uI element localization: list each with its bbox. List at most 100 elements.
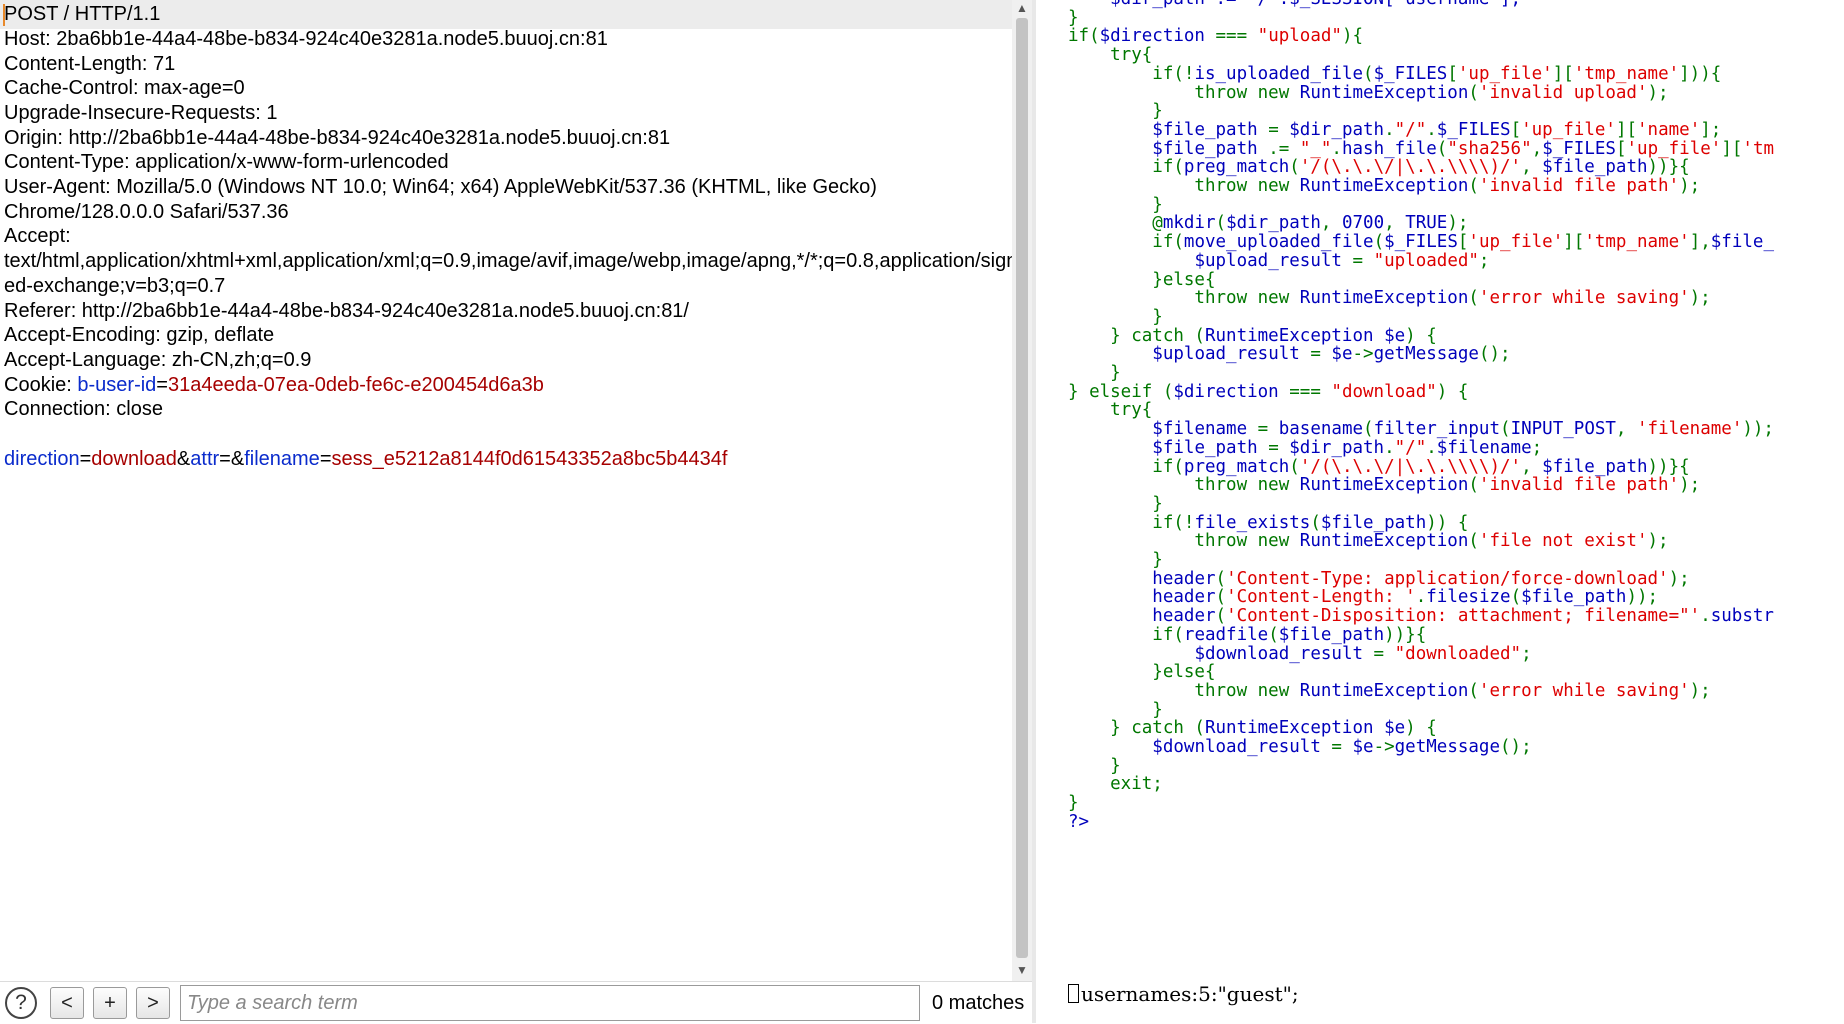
- cookie-value: 31a4eeda-07ea-0deb-fe6c-e200454d6a3b: [167, 374, 544, 396]
- code-token: $download_result: [1194, 643, 1364, 664]
- param-value-filename: sess_e5212a8144f0d61543352a8bc5b4434f: [331, 448, 728, 470]
- param-name-attr: attr: [190, 448, 220, 470]
- code-token: $dir_path .= "/".$_SESSION['username'];: [1068, 0, 1521, 9]
- code-token: ===: [1204, 26, 1258, 47]
- code-token: ?>: [1068, 811, 1090, 832]
- code-token: substr: [1710, 606, 1774, 627]
- param-eq: =: [219, 448, 231, 470]
- code-token: ) {: [1436, 381, 1469, 402]
- code-token: RuntimeException: [1299, 176, 1469, 196]
- search-bar: ? < + > 0 matches: [0, 981, 1032, 1023]
- code-token: ])){: [1679, 63, 1722, 84]
- code-token: );: [1668, 568, 1690, 589]
- code-token: ){: [1341, 26, 1364, 47]
- code-token: ,: [1615, 419, 1637, 440]
- code-line: throw new RuntimeException('invalid file…: [1068, 474, 1700, 496]
- code-token: ;: [1478, 250, 1490, 271]
- code-token: $upload_result: [1152, 344, 1300, 365]
- code-token: "download": [1331, 381, 1437, 402]
- code-token: 'error while saving': [1478, 680, 1690, 701]
- code-line: exit;: [1068, 773, 1163, 795]
- vertical-scrollbar[interactable]: ▲ ▼: [1012, 0, 1032, 981]
- missing-glyph-box: [1068, 984, 1079, 1003]
- code-token: "downloaded": [1394, 643, 1522, 664]
- help-icon[interactable]: ?: [5, 987, 37, 1019]
- code-token: 'tm: [1742, 138, 1775, 159]
- code-token: );: [1679, 176, 1701, 196]
- code-token: RuntimeException: [1299, 531, 1469, 552]
- code-token: RuntimeException: [1299, 288, 1469, 309]
- code-token: RuntimeException: [1299, 680, 1469, 701]
- code-token: (: [1468, 176, 1479, 196]
- code-line: $upload_result = $e->getMessage();: [1068, 343, 1511, 365]
- code-token: ();: [1500, 737, 1532, 757]
- code-token: "upload": [1257, 26, 1342, 47]
- code-token: 'filename': [1637, 419, 1743, 440]
- param-eq: =: [79, 448, 92, 470]
- code-token: $e: [1352, 737, 1374, 757]
- scroll-up-arrow-icon[interactable]: ▲: [1012, 0, 1032, 16]
- code-token: getMessage: [1373, 344, 1479, 365]
- response-source-code: $dir_path .= "/".$_SESSION['username'];}…: [1036, 0, 1844, 1023]
- code-token: (: [1468, 82, 1479, 103]
- code-line: $download_result = $e->getMessage();: [1068, 736, 1532, 758]
- code-token: ;: [1521, 643, 1532, 664]
- code-token: ],: [1689, 232, 1711, 253]
- header-connection: Connection: close: [4, 398, 163, 420]
- param-amp: &: [176, 448, 191, 470]
- code-token: RuntimeException: [1299, 82, 1469, 103]
- code-line: throw new RuntimeException('error while …: [1068, 287, 1711, 309]
- code-token: (: [1468, 531, 1479, 552]
- code-token: );: [1647, 82, 1669, 103]
- previous-match-button[interactable]: <: [50, 987, 84, 1019]
- param-eq: =: [319, 448, 332, 470]
- code-token: );: [1647, 531, 1669, 552]
- code-token: $download_result: [1152, 737, 1321, 757]
- code-token: 'error while saving': [1478, 288, 1690, 309]
- match-count: 0 matches: [932, 992, 1025, 1014]
- request-body: direction=download&attr=&filename=sess_e…: [4, 445, 727, 474]
- code-token: ();: [1478, 344, 1511, 365]
- code-token: 'invalid upload': [1478, 82, 1648, 103]
- scrollbar-thumb[interactable]: [1016, 18, 1028, 958]
- code-line: throw new RuntimeException('error while …: [1068, 680, 1710, 702]
- request-editor[interactable]: POST / HTTP/1.1 Host: 2ba6bb1e-44a4-48be…: [0, 0, 1012, 975]
- code-token: 'file not exist': [1478, 531, 1648, 552]
- cookie-name: b-user-id: [77, 374, 157, 396]
- response-tail-text: usernames:5:"guest";: [1068, 982, 1299, 1006]
- code-token: =: [1363, 643, 1395, 664]
- param-amp: &: [230, 448, 245, 470]
- search-input[interactable]: [180, 985, 920, 1021]
- code-token: ));: [1742, 419, 1774, 440]
- code-token: 'invalid file path': [1478, 475, 1680, 496]
- code-token: ===: [1278, 381, 1332, 402]
- param-name-filename: filename: [244, 448, 320, 470]
- code-token: =: [1320, 737, 1353, 757]
- code-token: 'tmp_name': [1584, 232, 1690, 253]
- code-line: $dir_path .= "/".$_SESSION['username'];: [1068, 0, 1521, 10]
- cookie-label: Cookie:: [4, 374, 78, 396]
- code-token: $direction: [1173, 381, 1279, 402]
- code-token: (: [1468, 475, 1479, 496]
- code-line: ?>: [1068, 811, 1089, 833]
- code-token: (: [1468, 680, 1479, 701]
- code-token: ->: [1352, 344, 1374, 365]
- code-token: ][: [1563, 232, 1585, 253]
- code-token: $upload_result: [1194, 250, 1342, 271]
- code-token: );: [1689, 288, 1711, 309]
- code-token: $file_: [1710, 232, 1774, 253]
- scroll-down-arrow-icon[interactable]: ▼: [1012, 962, 1032, 978]
- add-search-button[interactable]: +: [93, 987, 127, 1019]
- code-token: RuntimeException: [1299, 475, 1469, 496]
- request-editor-pane: POST / HTTP/1.1 Host: 2ba6bb1e-44a4-48be…: [0, 0, 1032, 1023]
- param-value-direction: download: [91, 448, 177, 470]
- code-token: getMessage: [1394, 737, 1500, 757]
- code-token: .: [1700, 606, 1711, 627]
- next-match-button[interactable]: >: [136, 987, 170, 1019]
- code-token: (: [1468, 288, 1479, 309]
- code-line: throw new RuntimeException('invalid file…: [1068, 175, 1700, 197]
- code-token: "uploaded": [1373, 250, 1479, 271]
- cookie-eq: =: [156, 374, 168, 396]
- text-caret: [3, 4, 5, 26]
- code-token: exit;: [1068, 774, 1163, 795]
